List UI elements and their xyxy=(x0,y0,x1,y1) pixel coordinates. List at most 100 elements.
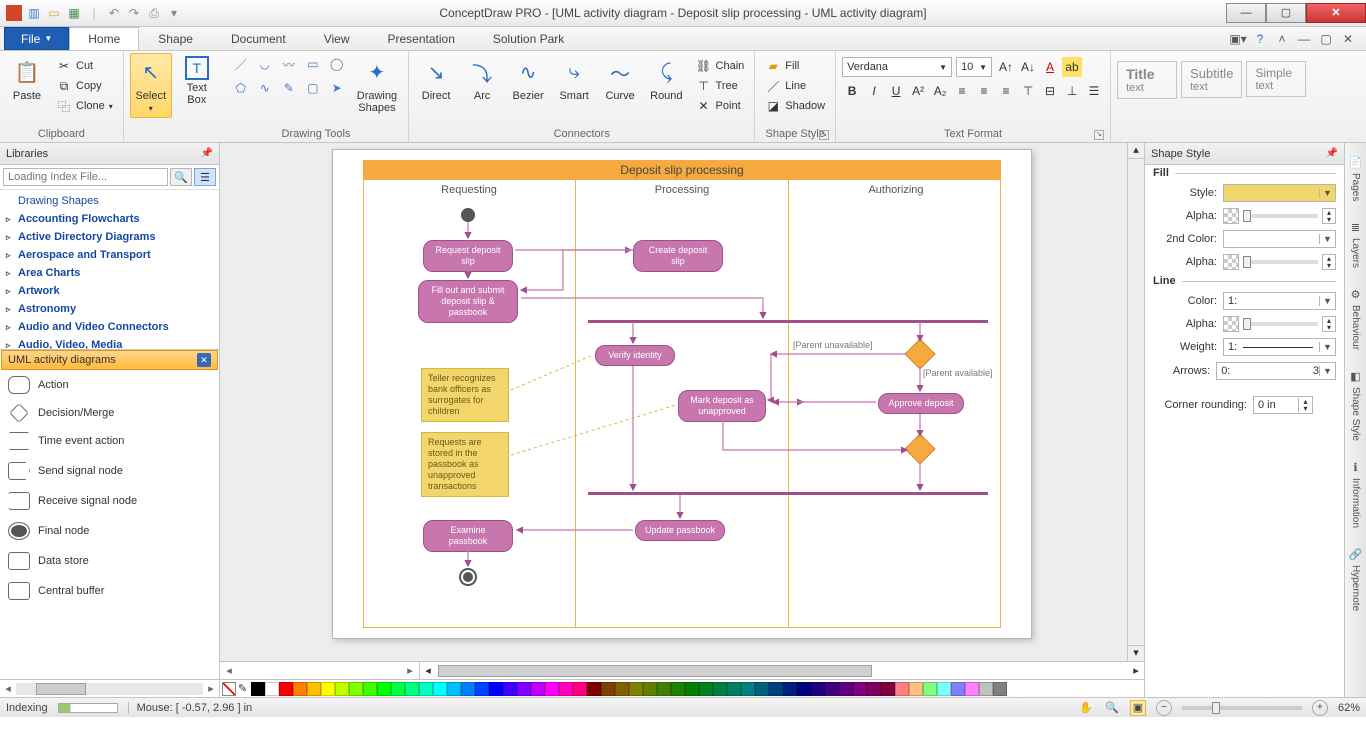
bullets-button[interactable]: ☰ xyxy=(1084,81,1104,101)
connector-smart-button[interactable]: ⤷Smart xyxy=(553,53,595,105)
color-swatch[interactable] xyxy=(643,682,657,696)
window-list-icon[interactable]: ▣▾ xyxy=(1230,31,1246,47)
qat-new-icon[interactable]: ▥ xyxy=(26,5,42,21)
close-button[interactable]: ✕ xyxy=(1306,3,1366,23)
shape-final[interactable]: Final node xyxy=(0,516,219,546)
color-swatch[interactable] xyxy=(825,682,839,696)
drawing-shapes-button[interactable]: ✦ Drawing Shapes xyxy=(352,53,402,117)
tree-item[interactable]: Artwork xyxy=(4,282,215,300)
line-alpha-slider[interactable] xyxy=(1243,322,1318,326)
highlight-icon[interactable]: ab xyxy=(1062,57,1082,77)
connector-direct-button[interactable]: ↘Direct xyxy=(415,53,457,105)
style-subtitle[interactable]: Subtitletext xyxy=(1181,61,1242,98)
view-mode-button[interactable]: ☰ xyxy=(194,168,216,186)
color-swatch[interactable] xyxy=(699,682,713,696)
color-swatch[interactable] xyxy=(531,682,545,696)
font-color-icon[interactable]: A xyxy=(1040,57,1060,77)
color-swatch[interactable] xyxy=(559,682,573,696)
shape-send[interactable]: Send signal node xyxy=(0,456,219,486)
shape-datastore[interactable]: Data store xyxy=(0,546,219,576)
canvas-vscroll[interactable]: ▴ ▾ xyxy=(1127,143,1144,661)
close-library-icon[interactable]: ✕ xyxy=(197,353,211,367)
node-approve[interactable]: Approve deposit xyxy=(878,393,964,414)
node-request[interactable]: Request deposit slip xyxy=(423,240,513,272)
maximize-button[interactable]: ▢ xyxy=(1266,3,1306,23)
tool-freehand-icon[interactable]: ✎ xyxy=(278,77,300,99)
connector-bezier-button[interactable]: ∿Bezier xyxy=(507,53,549,105)
chain-button[interactable]: ⛓Chain xyxy=(692,57,749,75)
tool-arc-icon[interactable]: ◡ xyxy=(254,53,276,75)
tool-poly-icon[interactable]: ⬠ xyxy=(230,77,252,99)
color-swatch[interactable] xyxy=(461,682,475,696)
underline-button[interactable]: U xyxy=(886,81,906,101)
shape-decision[interactable]: Decision/Merge xyxy=(0,400,219,426)
color-swatch[interactable] xyxy=(769,682,783,696)
color-swatch[interactable] xyxy=(573,682,587,696)
color-swatch[interactable] xyxy=(405,682,419,696)
node-update[interactable]: Update passbook xyxy=(635,520,725,541)
zoom-out-button[interactable]: − xyxy=(1156,700,1172,716)
copy-button[interactable]: ⧉Copy xyxy=(52,77,117,95)
node-verify[interactable]: Verify identity xyxy=(595,345,675,366)
sidetab-hypernote[interactable]: 🔗Hypernote xyxy=(1346,539,1366,620)
line-weight-select[interactable]: 1:▼ xyxy=(1223,338,1336,356)
valign-middle-button[interactable]: ⊟ xyxy=(1040,81,1060,101)
shape-list[interactable]: Action Decision/Merge Time event action … xyxy=(0,370,219,679)
paste-button[interactable]: 📋 Paste xyxy=(6,53,48,105)
color-swatch[interactable] xyxy=(475,682,489,696)
tab-view[interactable]: View xyxy=(305,27,369,50)
color-swatch[interactable] xyxy=(867,682,881,696)
shadow-button[interactable]: ◪Shadow xyxy=(761,97,829,115)
color-swatch[interactable] xyxy=(965,682,979,696)
library-tree[interactable]: Drawing Shapes Accounting Flowcharts Act… xyxy=(0,190,219,350)
line-color-select[interactable]: 1:▼ xyxy=(1223,292,1336,310)
tool-curve-icon[interactable]: ∿ xyxy=(254,77,276,99)
italic-button[interactable]: I xyxy=(864,81,884,101)
color-swatch[interactable] xyxy=(377,682,391,696)
fill-alpha-slider[interactable] xyxy=(1243,214,1318,218)
color-swatch[interactable] xyxy=(657,682,671,696)
color-swatch[interactable] xyxy=(293,682,307,696)
note-teller[interactable]: Teller recognizes bank officers as surro… xyxy=(421,368,509,422)
shapestyle-dialog-icon[interactable]: ↘ xyxy=(819,130,829,140)
second-color-select[interactable]: ▼ xyxy=(1223,230,1336,248)
tab-solutionpark[interactable]: Solution Park xyxy=(474,27,583,50)
arrows-select[interactable]: 0: 3▼ xyxy=(1216,362,1336,380)
color-swatch[interactable] xyxy=(727,682,741,696)
collapse-ribbon-icon[interactable]: ˄ xyxy=(1274,31,1290,47)
fill-style-select[interactable]: ▼ xyxy=(1223,184,1336,202)
sidetab-pages[interactable]: 📄Pages xyxy=(1346,147,1366,210)
valign-bottom-button[interactable]: ⊥ xyxy=(1062,81,1082,101)
color-swatch[interactable] xyxy=(545,682,559,696)
color-swatch[interactable] xyxy=(307,682,321,696)
libs-hscroll[interactable]: ◂▸ xyxy=(0,679,219,697)
color-swatch[interactable] xyxy=(853,682,867,696)
tool-spline-icon[interactable]: 〰 xyxy=(278,53,300,75)
tool-arrow-icon[interactable]: ➤ xyxy=(326,77,348,99)
canvas-hscroll[interactable]: ◂▸ xyxy=(420,662,1144,679)
color-swatch[interactable] xyxy=(741,682,755,696)
color-swatch[interactable] xyxy=(895,682,909,696)
textformat-dialog-icon[interactable]: ↘ xyxy=(1094,130,1104,140)
pin-icon[interactable]: 📌 xyxy=(201,148,213,159)
node-create[interactable]: Create deposit slip xyxy=(633,240,723,272)
fill-button[interactable]: ▰Fill xyxy=(761,57,829,75)
color-swatch[interactable] xyxy=(489,682,503,696)
color-swatch[interactable] xyxy=(755,682,769,696)
color-swatch[interactable] xyxy=(433,682,447,696)
align-center-button[interactable]: ≡ xyxy=(974,81,994,101)
color-swatch[interactable] xyxy=(279,682,293,696)
node-mark[interactable]: Mark deposit as unapproved xyxy=(678,390,766,422)
alpha2-spinner[interactable]: ▴▾ xyxy=(1322,254,1336,270)
fit-page-icon[interactable]: ▣ xyxy=(1130,700,1146,716)
sidetab-information[interactable]: ℹInformation xyxy=(1347,452,1364,537)
tree-item[interactable]: Accounting Flowcharts xyxy=(4,210,215,228)
grow-font-icon[interactable]: A↑ xyxy=(996,57,1016,77)
bold-button[interactable]: B xyxy=(842,81,862,101)
connector-round-button[interactable]: ⤹Round xyxy=(645,53,687,105)
clone-button[interactable]: ⿻Clone▾ xyxy=(52,97,117,115)
qat-print-icon[interactable]: ⎙ xyxy=(146,5,162,21)
alpha-spinner[interactable]: ▴▾ xyxy=(1322,208,1336,224)
note-requests[interactable]: Requests are stored in the passbook as u… xyxy=(421,432,509,497)
second-alpha-slider[interactable] xyxy=(1243,260,1318,264)
